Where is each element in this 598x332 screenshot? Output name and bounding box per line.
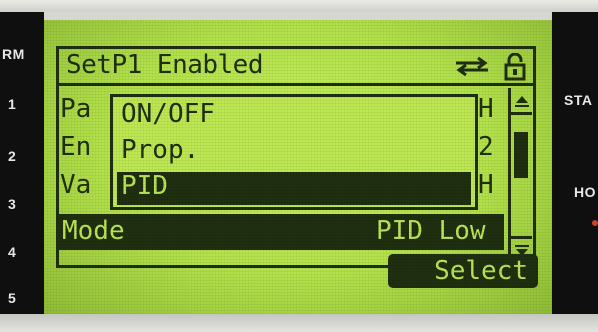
scroll-thumb[interactable] — [514, 132, 528, 178]
side-label-2: 2 — [8, 148, 17, 164]
mode-label: Mode — [62, 216, 125, 246]
lcd-screen: SetP1 Enabled Pa En Va H 2 H Mode PID Lo… — [44, 20, 552, 314]
side-label-5: 5 — [8, 290, 17, 306]
background-row-label: Pa — [60, 94, 92, 124]
dropdown-option-pid-highlight[interactable] — [117, 172, 471, 205]
dropdown-option-pid[interactable]: PID — [121, 171, 168, 201]
scroll-up-icon[interactable] — [514, 94, 530, 108]
side-label-rm: RM — [2, 46, 25, 62]
dropdown-option-onoff[interactable]: ON/OFF — [121, 99, 215, 129]
background-row-label: En — [60, 132, 92, 162]
lock-icon — [504, 53, 526, 81]
indicator-led — [592, 220, 598, 226]
screen-title: SetP1 Enabled — [66, 50, 264, 80]
mode-dropdown[interactable]: ON/OFF Prop. PID — [110, 94, 478, 210]
side-label-sta: STA — [564, 92, 593, 108]
background-row-value: H — [478, 94, 494, 124]
mode-value: PID Low — [376, 216, 486, 246]
background-row-value: 2 — [478, 132, 494, 162]
background-row-label: Va — [60, 170, 92, 200]
background-row-value: H — [478, 170, 494, 200]
dropdown-option-prop[interactable]: Prop. — [121, 135, 199, 165]
side-label-1: 1 — [8, 96, 17, 112]
swap-arrows-icon — [456, 56, 488, 76]
side-label-3: 3 — [8, 196, 17, 212]
side-label-ho: HO — [574, 184, 596, 200]
left-button-labels: RM 1 2 3 4 5 — [0, 12, 44, 314]
side-label-4: 4 — [8, 244, 17, 260]
device-bezel-bottom — [0, 314, 598, 332]
scrollbar-divider — [510, 236, 532, 239]
right-button-labels: STA HO — [552, 12, 598, 314]
scrollbar-divider — [510, 112, 532, 115]
select-button[interactable]: Select — [388, 254, 538, 288]
device-bezel-top — [0, 0, 598, 12]
